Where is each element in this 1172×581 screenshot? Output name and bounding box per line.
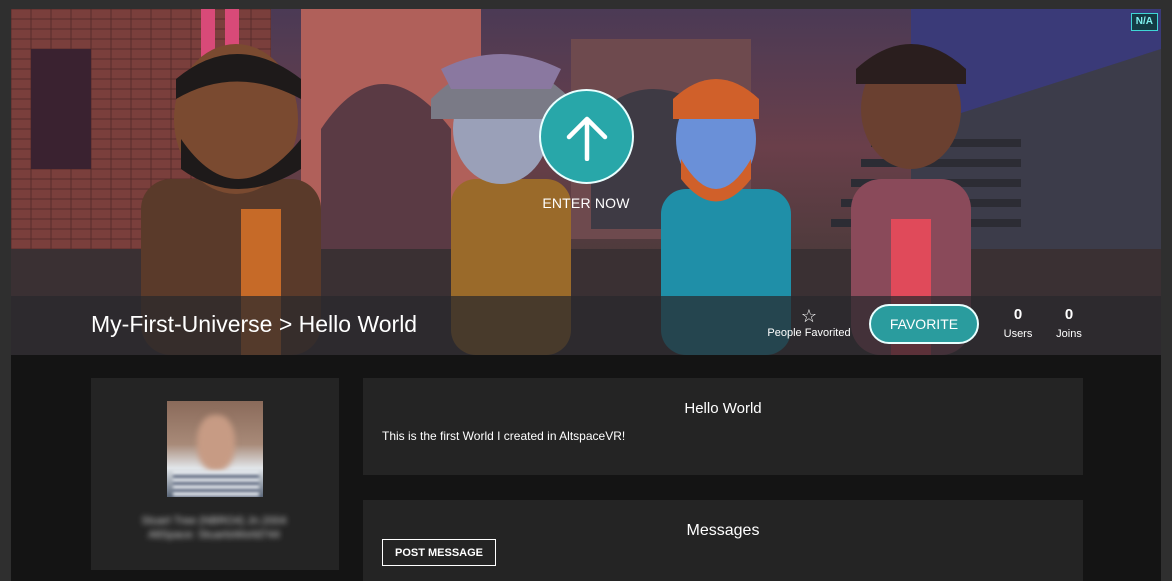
- users-count: 0: [1013, 306, 1023, 323]
- description-title: Hello World: [684, 400, 762, 417]
- post-message-button[interactable]: POST MESSAGE: [382, 539, 496, 566]
- enter-now-label: ENTER NOW: [542, 195, 630, 211]
- users-stat: 0 Users: [998, 306, 1038, 341]
- world-page: N/A ENTER NOW My-First-Universe > Hello …: [11, 9, 1161, 581]
- na-badge: N/A: [1130, 13, 1158, 31]
- messages-title: Messages: [686, 522, 760, 539]
- favorite-button[interactable]: FAVORITE: [869, 304, 979, 344]
- enter-now-button[interactable]: [539, 89, 634, 184]
- joins-stat: 0 Joins: [1049, 306, 1089, 341]
- people-favorited: ☆ People Favorited: [759, 307, 859, 339]
- description-text: This is the first World I created in Alt…: [382, 429, 626, 443]
- owner-panel: Stuart Tree (NBRO4) Jn.2004 AltSpace: St…: [91, 378, 339, 570]
- world-title: My-First-Universe > Hello World: [91, 311, 418, 337]
- avatar[interactable]: [167, 401, 263, 497]
- owner-name-line2: AltSpace: StuartsWorld744: [148, 529, 280, 541]
- joins-count: 0: [1064, 306, 1074, 323]
- joins-label: Joins: [1056, 328, 1082, 340]
- owner-name[interactable]: Stuart Tree (NBRO4) Jn.2004 AltSpace: St…: [117, 514, 311, 542]
- owner-name-line1: Stuart Tree (NBRO4) Jn.2004: [141, 515, 287, 527]
- people-favorited-label: People Favorited: [767, 327, 851, 339]
- star-outline-icon[interactable]: ☆: [759, 307, 859, 325]
- description-panel: Hello World This is the first World I cr…: [363, 378, 1083, 475]
- hero-banner: N/A ENTER NOW My-First-Universe > Hello …: [11, 9, 1161, 355]
- users-label: Users: [1003, 328, 1033, 340]
- messages-panel: Messages POST MESSAGE: [363, 500, 1083, 581]
- arrow-up-icon: [566, 116, 607, 161]
